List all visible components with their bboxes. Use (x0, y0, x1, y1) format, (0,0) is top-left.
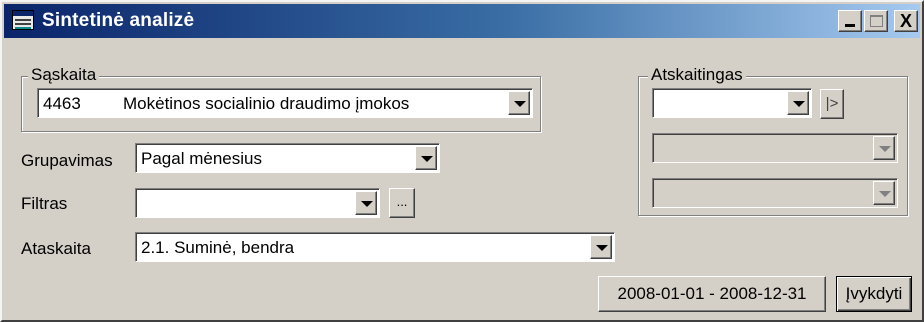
app-icon (12, 10, 34, 30)
report-label: Ataskaita (21, 239, 91, 258)
chevron-down-icon (879, 146, 891, 152)
sub-select-2-dropdown-button (873, 181, 895, 205)
grouping-dropdown-button[interactable] (415, 146, 437, 170)
grouping-select[interactable]: Pagal mėnesius (135, 143, 440, 173)
accountable-sub-select-2 (652, 178, 898, 208)
chevron-down-icon (596, 245, 608, 251)
chevron-down-icon (793, 101, 805, 107)
chevron-down-icon (421, 156, 433, 162)
next-icon: |> (825, 95, 839, 112)
sub-select-1-dropdown-button (873, 136, 895, 160)
accountable-sub-select-1 (652, 133, 898, 163)
grouping-label: Grupavimas (21, 151, 113, 170)
filter-select[interactable] (135, 188, 380, 218)
period-label: 2008-01-01 - 2008-12-31 (617, 284, 807, 303)
filter-ellipsis-button[interactable]: ... (389, 188, 415, 218)
report-select[interactable]: 2.1. Suminė, bendra (135, 232, 615, 262)
report-dropdown-button[interactable] (590, 235, 612, 259)
account-code: 4463 (43, 94, 81, 113)
grouping-value: Pagal mėnesius (141, 149, 262, 168)
accountable-dropdown-button[interactable] (787, 91, 809, 115)
chevron-down-icon (514, 101, 526, 107)
title-bar[interactable]: Sintetinė analizė X (4, 4, 920, 38)
minimize-button[interactable] (838, 10, 862, 32)
minimize-icon (845, 24, 855, 27)
maximize-icon (870, 15, 883, 27)
accountable-next-button[interactable]: |> (820, 89, 844, 119)
chevron-down-icon (361, 201, 373, 207)
account-group-label: Sąskaita (28, 65, 100, 85)
chevron-down-icon (879, 191, 891, 197)
account-dropdown-button[interactable] (508, 91, 530, 115)
filter-dropdown-button[interactable] (355, 191, 377, 215)
execute-button[interactable]: Įvykdyti (836, 276, 912, 312)
accountable-group-label: Atskaitingas (648, 65, 746, 85)
synthetic-analysis-window: Sintetinė analizė X Sąskaita 4463 Mokėtin… (0, 0, 924, 322)
report-value: 2.1. Suminė, bendra (141, 238, 295, 257)
maximize-button[interactable] (864, 10, 888, 32)
account-select[interactable]: 4463 Mokėtinos socialinio draudimo įmokos (37, 88, 533, 118)
accountable-select[interactable] (652, 88, 812, 118)
close-icon: X (899, 11, 912, 31)
period-button[interactable]: 2008-01-01 - 2008-12-31 (598, 276, 826, 312)
window-title: Sintetinė analizė (42, 10, 195, 31)
filter-label: Filtras (21, 194, 68, 213)
close-button[interactable]: X (894, 10, 918, 32)
execute-label: Įvykdyti (845, 284, 903, 303)
account-name: Mokėtinos socialinio draudimo įmokos (123, 94, 410, 113)
